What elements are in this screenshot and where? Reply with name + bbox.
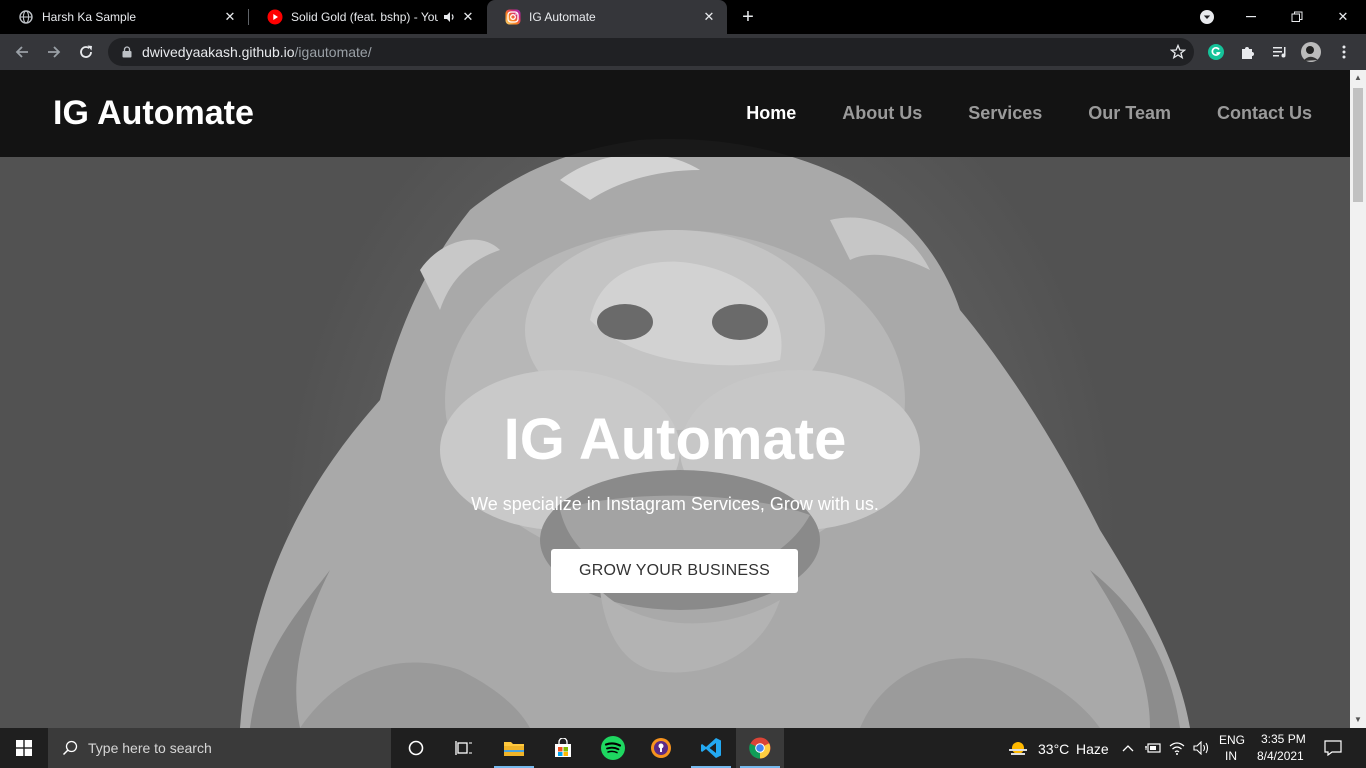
nav-link-about-us[interactable]: About Us xyxy=(842,103,922,124)
nav-link-home[interactable]: Home xyxy=(746,103,796,124)
windows-start-icon[interactable] xyxy=(0,728,48,768)
input-region[interactable]: IN xyxy=(1225,749,1237,763)
scroll-up-arrow-icon[interactable]: ▲ xyxy=(1350,70,1366,86)
tab-title: IG Automate xyxy=(529,10,596,24)
vscode-icon[interactable] xyxy=(687,728,735,768)
bookmark-star-icon[interactable] xyxy=(1169,43,1187,60)
address-bar[interactable]: dwivedyaakash.github.io/igautomate/ xyxy=(108,38,1194,66)
hero-title: IG Automate xyxy=(503,407,847,472)
microsoft-store-icon[interactable] xyxy=(539,728,587,768)
tab-title: Solid Gold (feat. bshp) - YouT xyxy=(291,10,438,24)
site-brand-logo[interactable]: IG Automate xyxy=(53,94,254,133)
minimize-icon[interactable] xyxy=(1228,0,1274,34)
hero-subtitle: We specialize in Instagram Services, Gro… xyxy=(471,494,879,514)
cortana-icon[interactable] xyxy=(392,728,440,768)
tab-ig-automate[interactable]: IG Automate ✕ xyxy=(487,0,727,34)
url-path: /igautomate/ xyxy=(294,44,372,60)
task-view-icon[interactable] xyxy=(440,728,488,768)
tab-title: Harsh Ka Sample xyxy=(42,10,137,24)
chrome-menu-icon[interactable] xyxy=(1334,42,1354,62)
chrome-taskbar-icon[interactable] xyxy=(736,728,784,768)
search-icon xyxy=(62,740,78,756)
url-text: dwivedyaakash.github.io/igautomate/ xyxy=(142,44,372,60)
weather-haze-icon[interactable] xyxy=(996,728,1040,768)
battery-icon[interactable] xyxy=(1142,728,1164,768)
vpn-shield-icon[interactable] xyxy=(637,728,685,768)
nav-link-services[interactable]: Services xyxy=(968,103,1042,124)
forward-arrow-icon[interactable] xyxy=(41,39,67,65)
lion-sculpture-image xyxy=(240,139,1190,728)
nav-link-our-team[interactable]: Our Team xyxy=(1088,103,1171,124)
taskbar-search-input[interactable]: Type here to search xyxy=(48,728,391,768)
nav-link-contact-us[interactable]: Contact Us xyxy=(1217,103,1312,124)
close-tab-icon[interactable]: ✕ xyxy=(701,9,717,25)
tab-harsh-ka-sample[interactable]: Harsh Ka Sample ✕ xyxy=(0,0,248,34)
back-arrow-icon[interactable] xyxy=(9,39,35,65)
spotify-icon[interactable] xyxy=(589,728,637,768)
instagram-icon xyxy=(505,9,521,25)
chevron-up-icon[interactable] xyxy=(1118,728,1138,768)
site-nav-links: Home About Us Services Our Team Contact … xyxy=(700,103,1312,124)
restore-icon[interactable] xyxy=(1274,0,1320,34)
windows-taskbar: Type here to search 33°C Haze ENG IN 3:3… xyxy=(0,728,1366,768)
browser-toolbar: dwivedyaakash.github.io/igautomate/ xyxy=(0,34,1366,70)
page-viewport: IG Automate Home About Us Services Our T… xyxy=(0,70,1350,728)
wifi-icon[interactable] xyxy=(1166,728,1188,768)
file-explorer-icon[interactable] xyxy=(490,728,538,768)
tab-search-icon[interactable] xyxy=(1184,0,1230,34)
grammarly-icon[interactable] xyxy=(1206,42,1226,62)
hero-section xyxy=(0,70,1350,728)
reload-icon[interactable] xyxy=(73,39,99,65)
grow-your-business-button[interactable]: GROW YOUR BUSINESS xyxy=(551,549,798,593)
lock-icon[interactable] xyxy=(120,45,134,59)
speaker-icon[interactable] xyxy=(438,9,460,25)
close-window-icon[interactable]: ✕ xyxy=(1320,0,1366,34)
weather-temperature[interactable]: 33°C xyxy=(1038,741,1069,757)
site-navbar: IG Automate Home About Us Services Our T… xyxy=(0,70,1350,157)
browser-tab-strip: Harsh Ka Sample ✕ Solid Gold (feat. bshp… xyxy=(0,0,1366,34)
input-language[interactable]: ENG xyxy=(1219,733,1245,747)
page-scrollbar[interactable]: ▲ ▼ xyxy=(1350,70,1366,728)
profile-avatar[interactable] xyxy=(1301,42,1321,62)
weather-description[interactable]: Haze xyxy=(1076,741,1109,757)
clock-time[interactable]: 3:35 PM xyxy=(1261,732,1306,746)
new-tab-icon[interactable]: + xyxy=(738,7,758,27)
extensions-puzzle-icon[interactable] xyxy=(1238,42,1258,62)
clock-date[interactable]: 8/4/2021 xyxy=(1257,749,1304,763)
scrollbar-thumb[interactable] xyxy=(1353,88,1363,202)
scroll-down-arrow-icon[interactable]: ▼ xyxy=(1350,712,1366,728)
close-tab-icon[interactable]: ✕ xyxy=(222,9,238,25)
media-queue-icon[interactable] xyxy=(1270,42,1290,62)
close-tab-icon[interactable]: ✕ xyxy=(460,9,476,25)
globe-icon xyxy=(18,9,34,25)
youtube-icon xyxy=(267,9,283,25)
notifications-icon[interactable] xyxy=(1310,728,1356,768)
url-host: dwivedyaakash.github.io xyxy=(142,44,295,60)
search-placeholder: Type here to search xyxy=(88,740,212,756)
tab-solid-gold[interactable]: Solid Gold (feat. bshp) - YouT ✕ xyxy=(249,0,486,34)
volume-icon[interactable] xyxy=(1190,728,1214,768)
